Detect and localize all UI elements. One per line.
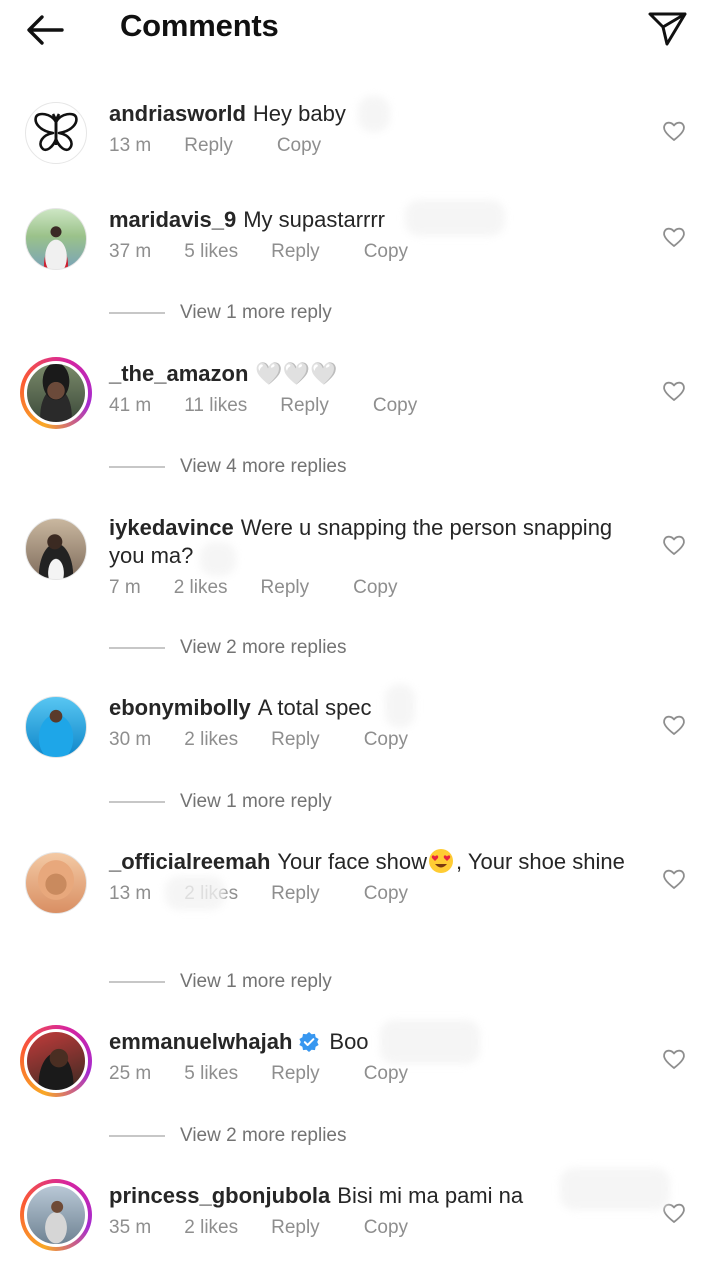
comment-text: Your face show (277, 849, 428, 874)
header: Comments (0, 0, 720, 60)
copy-button[interactable]: Copy (364, 729, 408, 751)
view-more-replies[interactable]: View 1 more reply (109, 298, 509, 328)
divider (109, 466, 165, 468)
comment-time: 37 m (109, 241, 152, 262)
view-more-replies[interactable]: View 2 more replies (109, 1121, 509, 1151)
view-more-replies[interactable]: View 2 more replies (109, 633, 509, 663)
reply-button[interactable]: Reply (280, 395, 329, 417)
copy-button[interactable]: Copy (373, 395, 417, 417)
heart-icon[interactable] (662, 226, 686, 248)
view-more-label[interactable]: View 1 more reply (180, 791, 332, 813)
reply-button[interactable]: Reply (271, 241, 320, 263)
view-more-label[interactable]: View 4 more replies (180, 456, 347, 478)
comment-text: My supastarrrr (243, 207, 385, 232)
back-button[interactable] (22, 10, 70, 50)
paper-plane-icon (648, 12, 687, 46)
comment-time: 30 m (109, 729, 152, 750)
copy-button[interactable]: Copy (364, 1063, 408, 1085)
divider (109, 647, 165, 649)
comment-time: 41 m (109, 395, 152, 416)
arrow-left-icon (27, 15, 64, 45)
copy-button[interactable]: Copy (277, 135, 321, 157)
butterfly-icon (34, 112, 78, 152)
comment-username[interactable]: _the_amazon (109, 361, 248, 386)
view-more-label[interactable]: View 2 more replies (180, 1125, 347, 1147)
reply-button[interactable]: Reply (271, 729, 320, 751)
comment-username[interactable]: iykedavince (109, 515, 234, 540)
comment-time: 13 m (109, 135, 152, 156)
comment-text: Hey baby (252, 101, 346, 126)
copy-button[interactable]: Copy (364, 883, 408, 905)
avatar[interactable] (20, 357, 92, 429)
share-button[interactable] (645, 8, 689, 48)
blur-overlay (560, 1168, 670, 1210)
heart-icon[interactable] (662, 120, 686, 142)
page-title: Comments (120, 8, 279, 43)
comment-likes[interactable]: 5 likes (184, 241, 238, 263)
copy-button[interactable]: Copy (364, 241, 408, 263)
blur-overlay (385, 684, 415, 728)
comment-username[interactable]: _officialreemah (109, 849, 270, 874)
blur-overlay (200, 542, 236, 576)
comment-time: 13 m (109, 883, 152, 904)
comment-likes[interactable]: 2 likes (184, 1217, 238, 1239)
view-more-replies[interactable]: View 1 more reply (109, 787, 509, 817)
divider (109, 1135, 165, 1137)
heart-icon[interactable] (662, 534, 686, 556)
copy-button[interactable]: Copy (364, 1217, 408, 1239)
avatar[interactable] (25, 518, 87, 580)
comment-username[interactable]: andriasworld (109, 101, 246, 126)
comment-likes[interactable]: 2 likes (184, 729, 238, 751)
blur-overlay (358, 96, 390, 132)
comment-likes[interactable]: 11 likes (184, 395, 247, 417)
view-more-replies[interactable]: View 1 more reply (109, 967, 509, 997)
copy-button[interactable]: Copy (353, 577, 397, 599)
view-more-label[interactable]: View 2 more replies (180, 637, 347, 659)
comment-text: 🤍🤍🤍 (255, 361, 338, 386)
avatar[interactable] (25, 696, 87, 758)
comment-username[interactable]: princess_gbonjubola (109, 1183, 330, 1208)
view-more-label[interactable]: View 1 more reply (180, 302, 332, 324)
comment-time: 25 m (109, 1063, 152, 1084)
comment-time: 35 m (109, 1217, 152, 1238)
verified-badge-icon (299, 1032, 319, 1052)
comment-text-continued: , Your shoe shine (456, 849, 625, 874)
avatar[interactable] (25, 208, 87, 270)
view-more-replies[interactable]: View 4 more replies (109, 452, 509, 482)
avatar[interactable] (20, 1025, 92, 1097)
reply-button[interactable]: Reply (184, 135, 233, 157)
blur-overlay (380, 1020, 480, 1064)
divider (109, 312, 165, 314)
blur-overlay (405, 200, 505, 236)
blur-overlay (165, 876, 225, 910)
heart-eyes-emoji-icon (429, 849, 454, 873)
divider (109, 801, 165, 803)
reply-button[interactable]: Reply (271, 1063, 320, 1085)
comment-text: Bisi mi ma pami na (337, 1183, 524, 1208)
comment-username[interactable]: maridavis_9 (109, 207, 236, 232)
heart-icon[interactable] (662, 1048, 686, 1070)
comment-username[interactable]: emmanuelwhajah (109, 1029, 292, 1054)
comment-time: 7 m (109, 577, 141, 598)
comment-text: A total spec (257, 695, 372, 720)
comment-likes[interactable]: 5 likes (184, 1063, 238, 1085)
comment-username[interactable]: ebonymibolly (109, 695, 251, 720)
avatar[interactable] (25, 852, 87, 914)
heart-icon[interactable] (662, 868, 686, 890)
heart-icon[interactable] (662, 714, 686, 736)
comment-likes[interactable]: 2 likes (174, 577, 228, 599)
reply-button[interactable]: Reply (271, 1217, 320, 1239)
divider (109, 981, 165, 983)
avatar[interactable] (20, 1179, 92, 1251)
avatar[interactable] (25, 102, 87, 164)
view-more-label[interactable]: View 1 more reply (180, 971, 332, 993)
reply-button[interactable]: Reply (271, 883, 320, 905)
heart-icon[interactable] (662, 380, 686, 402)
comment-text: Boo (329, 1029, 369, 1054)
reply-button[interactable]: Reply (261, 577, 310, 599)
